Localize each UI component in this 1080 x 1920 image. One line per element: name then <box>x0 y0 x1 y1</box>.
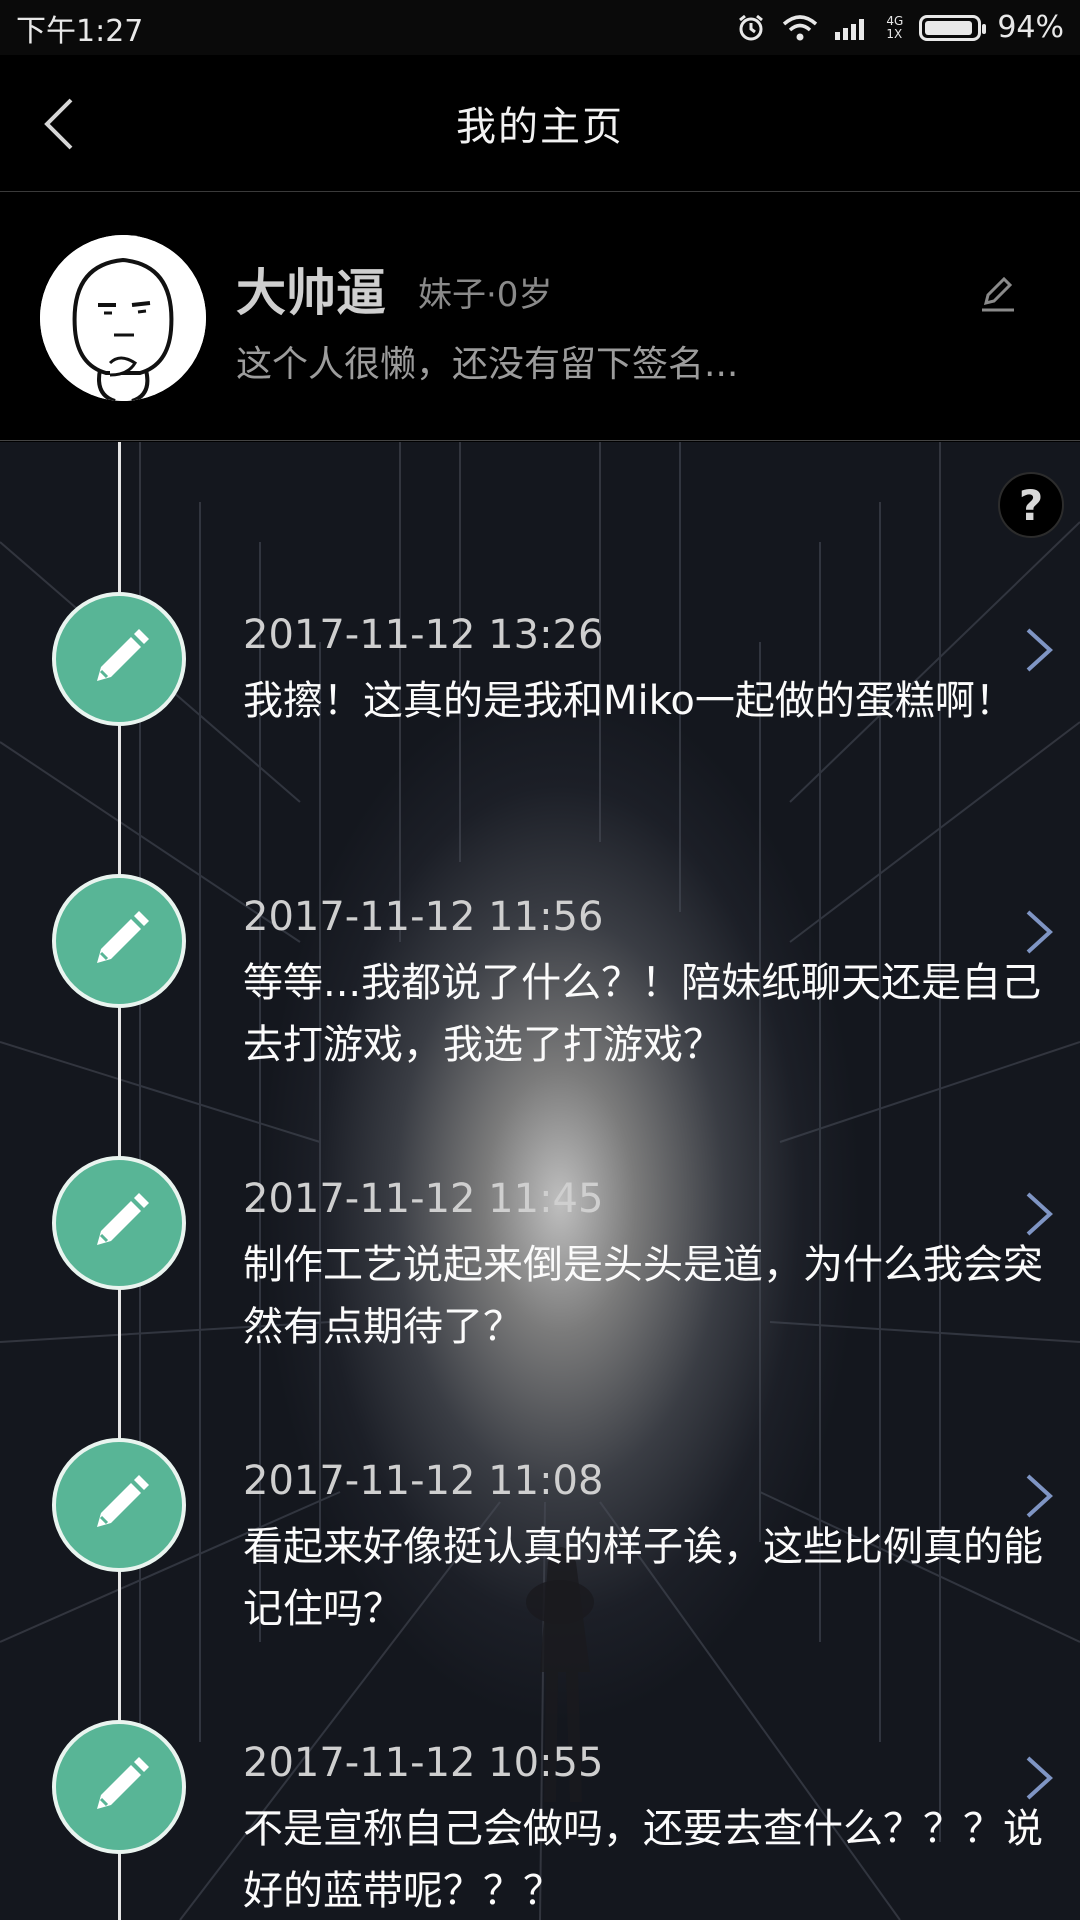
profile-header: 大帅逼 妹子·0岁 这个人很懒，还没有留下签名... <box>0 193 1080 441</box>
network-type: 4G 1X <box>886 13 904 41</box>
entry-timestamp: 2017-11-12 11:08 <box>243 1458 604 1504</box>
signal-icon <box>834 16 870 40</box>
nav-bar: 我的主页 <box>0 55 1080 192</box>
pencil-icon <box>52 592 186 726</box>
meme-face-avatar-icon <box>40 235 206 401</box>
wifi-icon <box>782 14 818 42</box>
entry-timestamp: 2017-11-12 11:45 <box>243 1176 604 1222</box>
entry-text: 我擦！这真的是我和Miko一起做的蛋糕啊！ <box>243 678 1015 724</box>
entry-timestamp: 2017-11-12 13:26 <box>243 612 604 658</box>
timeline-entry[interactable]: 2017-11-12 10:55 不是宣称自己会做吗，还要去查什么？？？说好的蓝… <box>0 1570 1080 1914</box>
timeline-entry[interactable]: 2017-11-12 11:45 制作工艺说起来倒是头头是道，为什么我会突然有点… <box>0 1006 1080 1350</box>
back-button[interactable] <box>24 89 94 159</box>
entry-text: 不是宣称自己会做吗，还要去查什么？？？说好的蓝带呢？？？ <box>243 1806 1043 1914</box>
network-type-bottom: 1X <box>886 26 903 41</box>
battery-icon <box>919 14 987 41</box>
alarm-icon <box>736 13 766 43</box>
entry-timestamp: 2017-11-12 10:55 <box>243 1740 604 1786</box>
chevron-left-icon <box>44 98 73 150</box>
timeline-entry[interactable]: 2017-11-12 13:26 我擦！这真的是我和Miko一起做的蛋糕啊！ <box>0 442 1080 726</box>
battery-percent: 94% <box>997 10 1064 45</box>
network-type-top: 4G <box>886 13 904 28</box>
avatar[interactable] <box>40 235 206 401</box>
status-time: 下午1:27 <box>16 13 144 49</box>
pencil-icon <box>52 1720 186 1854</box>
profile-gender-age: 妹子·0岁 <box>418 275 553 315</box>
profile-name: 大帅逼 <box>236 264 386 322</box>
chevron-right-icon[interactable] <box>1014 1468 1064 1524</box>
chevron-right-icon[interactable] <box>1014 904 1064 960</box>
entry-timestamp: 2017-11-12 11:56 <box>243 894 604 940</box>
timeline-entry[interactable]: 2017-11-12 11:56 等等...我都说了什么？！陪妹纸聊天还是自己去… <box>0 724 1080 1068</box>
pencil-icon <box>52 1438 186 1572</box>
timeline-entry[interactable]: 2017-11-12 11:08 看起来好像挺认真的样子诶，这些比例真的能记住吗… <box>0 1288 1080 1632</box>
status-bar: 下午1:27 4G 1X 94% <box>0 0 1080 55</box>
profile-signature: 这个人很懒，还没有留下签名... <box>236 344 739 385</box>
battery-fill <box>925 20 973 35</box>
edit-profile-button[interactable] <box>972 267 1024 319</box>
pencil-icon <box>52 874 186 1008</box>
page-title: 我的主页 <box>456 104 624 150</box>
chevron-right-icon[interactable] <box>1014 622 1064 678</box>
timeline[interactable]: ? 2017-11-12 13:26 我擦！这真的是我和Miko一起做的蛋糕啊！… <box>0 442 1080 1920</box>
status-icons: 4G 1X 94% <box>736 10 1064 45</box>
pencil-outline-icon <box>982 276 1014 312</box>
chevron-right-icon[interactable] <box>1014 1186 1064 1242</box>
pencil-icon <box>52 1156 186 1290</box>
chevron-right-icon[interactable] <box>1014 1750 1064 1806</box>
